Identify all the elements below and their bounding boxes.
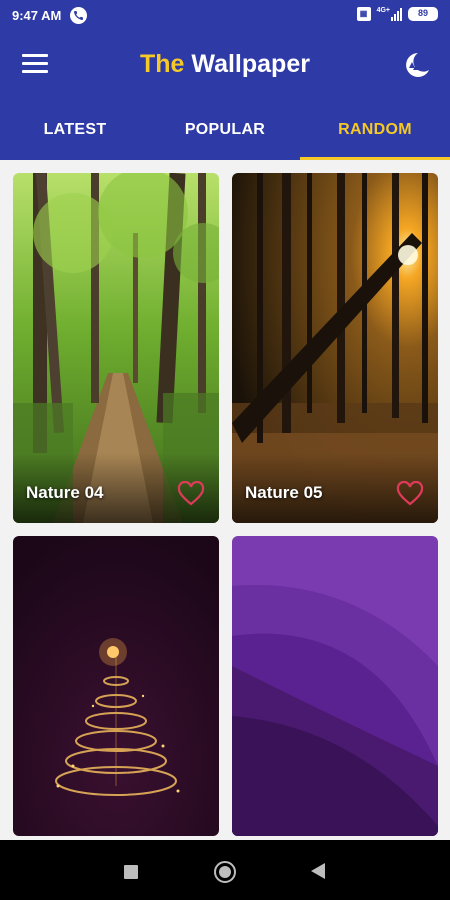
- wallpaper-card-nature-05[interactable]: Nature 05: [232, 173, 438, 523]
- wallpaper-image: [232, 536, 438, 836]
- app-title-rest: Wallpaper: [184, 50, 310, 78]
- wallpaper-card-3[interactable]: [13, 536, 219, 836]
- wallpaper-title: Nature 04: [26, 483, 104, 502]
- status-time: 9:47 AM: [12, 8, 62, 23]
- battery-icon: 89: [408, 7, 438, 21]
- status-bar: 9:47 AM ▦ 4G+ 89: [0, 0, 450, 32]
- app-title: The Wallpaper: [0, 50, 450, 79]
- sim-icon: ▦: [356, 7, 371, 21]
- back-icon[interactable]: [311, 863, 325, 884]
- wallpaper-image: [13, 536, 219, 836]
- recent-apps-icon[interactable]: [124, 865, 138, 884]
- app-title-accent: The: [140, 50, 185, 78]
- heart-outline-icon[interactable]: [177, 480, 205, 507]
- tab-latest[interactable]: LATEST: [0, 100, 150, 160]
- tab-bar: LATEST POPULAR RANDOM: [0, 100, 450, 160]
- tab-popular[interactable]: POPULAR: [150, 100, 300, 160]
- system-nav-bar: [0, 840, 450, 900]
- heart-outline-icon[interactable]: [396, 480, 424, 507]
- status-indicators: ▦ 4G+ 89: [356, 7, 438, 21]
- wallpaper-grid: Nature 04 Nature 05: [0, 160, 450, 840]
- night-mode-icon[interactable]: [402, 50, 432, 80]
- tab-random[interactable]: RANDOM: [300, 100, 450, 160]
- signal-icon: 4G+: [377, 7, 402, 21]
- phone-call-icon: [70, 7, 87, 24]
- app-bar: The Wallpaper: [0, 32, 450, 100]
- wallpaper-card-nature-04[interactable]: Nature 04: [13, 173, 219, 523]
- wallpaper-title: Nature 05: [245, 483, 323, 502]
- network-type: 4G+: [376, 7, 390, 14]
- wallpaper-card-4[interactable]: [232, 536, 438, 836]
- home-icon[interactable]: [213, 860, 237, 889]
